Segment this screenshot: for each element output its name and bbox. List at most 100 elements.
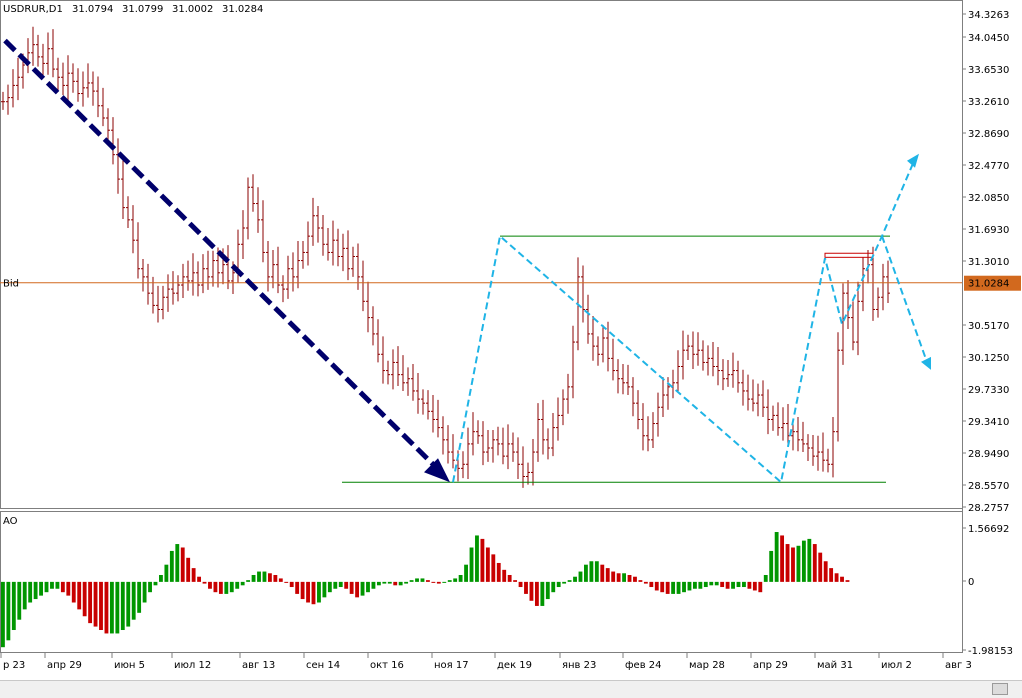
ao-bar — [671, 581, 676, 594]
ao-bar — [714, 581, 719, 586]
ao-bar — [513, 580, 518, 582]
ao-bar — [829, 568, 834, 582]
price-tick-label: 30.5170 — [968, 321, 1009, 332]
ao-bar — [28, 581, 33, 603]
ao-bar — [780, 535, 785, 582]
price-tick-label: 34.3263 — [968, 10, 1009, 21]
time-tick-label: мар 28 — [689, 660, 725, 671]
ao-bar — [169, 550, 174, 582]
ao-bar — [393, 581, 398, 586]
time-tick-label: дек 19 — [497, 660, 532, 671]
ao-bar — [420, 578, 425, 582]
ao-bar — [311, 581, 316, 605]
scroll-thumb[interactable] — [992, 683, 1008, 695]
ao-bar — [246, 580, 251, 582]
ao-bar — [175, 544, 180, 582]
ao-bar — [551, 581, 556, 593]
ao-bar — [278, 578, 283, 582]
ao-bar — [725, 581, 730, 589]
ao-bar — [774, 532, 779, 582]
ao-bar — [327, 581, 332, 593]
ao-bar — [845, 580, 850, 582]
ao-bar — [818, 552, 823, 582]
ao-bar — [529, 581, 534, 601]
ao-bar — [22, 581, 27, 610]
ao-bar — [736, 581, 741, 588]
ao-bar — [665, 581, 670, 594]
time-tick-label: апр 29 — [47, 660, 82, 671]
horizontal-scrollbar[interactable] — [0, 680, 1022, 698]
ao-bar — [409, 580, 414, 582]
ao-bar — [633, 576, 637, 582]
ao-bar — [60, 581, 65, 593]
ao-bar — [676, 581, 681, 594]
ao-bar — [823, 561, 828, 582]
ao-bar — [464, 564, 468, 582]
ao-bar — [387, 581, 392, 584]
ao-bar — [208, 581, 212, 589]
ao-bar — [322, 581, 327, 598]
ao-bar — [791, 547, 795, 582]
ao-bar — [213, 581, 218, 593]
ao-bar — [534, 581, 539, 606]
ao-bar — [616, 573, 621, 582]
price-tick-label: 28.9490 — [968, 449, 1009, 460]
ao-bar — [93, 581, 98, 627]
ao-bar — [295, 581, 300, 594]
price-tick-label: 29.3410 — [968, 417, 1009, 428]
ao-bar — [262, 571, 267, 582]
price-tick-15: 28.5570 — [962, 481, 1009, 492]
price-tick-2: 33.6530 — [962, 65, 1009, 76]
ao-bar — [600, 564, 605, 582]
ao-bar — [186, 557, 191, 582]
ao-bar — [99, 581, 103, 631]
ao-bar — [398, 581, 403, 586]
time-tick-label: янв 23 — [562, 660, 596, 671]
ao-bar — [545, 581, 550, 600]
ao-bar — [524, 581, 528, 594]
price-tick-label: 32.8690 — [968, 129, 1009, 140]
price-tick-5: 32.4770 — [962, 161, 1009, 172]
ao-bar — [300, 581, 305, 600]
ao-tick-label: 1.56692 — [968, 524, 1009, 535]
ao-bar — [731, 581, 735, 589]
ao-bar — [567, 580, 572, 582]
ao-bar — [366, 581, 370, 593]
time-tick-label: апр 29 — [753, 660, 788, 671]
ao-bar — [39, 581, 43, 596]
ao-bar — [747, 581, 752, 589]
price-tick-label: 30.1250 — [968, 353, 1009, 364]
time-tick-label: май 31 — [817, 660, 853, 671]
ao-bar — [229, 581, 234, 593]
ao-bar — [589, 561, 594, 582]
ao-bar — [224, 581, 229, 594]
chart-canvas[interactable]: USDRUR,D1 31.0794 31.0799 31.0002 31.028… — [0, 0, 1022, 680]
ao-bar — [267, 573, 272, 582]
ao-bar — [333, 581, 338, 589]
ao-bar — [82, 581, 87, 617]
ao-bar — [109, 581, 114, 634]
ao-bar — [349, 581, 354, 594]
ao-bar — [703, 581, 708, 588]
ao-bar — [436, 581, 441, 584]
ao-bar — [148, 581, 152, 593]
ao-bar — [801, 540, 806, 582]
ao-bar — [622, 573, 627, 582]
ao-bar — [115, 581, 120, 634]
price-tick-13: 29.3410 — [962, 417, 1009, 428]
time-tick-label: июн 5 — [114, 660, 145, 671]
ao-bar — [480, 538, 485, 582]
price-tick-10: 30.5170 — [962, 321, 1009, 332]
ao-bar — [202, 581, 207, 584]
ao-bar — [562, 581, 567, 584]
ao-bar — [426, 580, 430, 582]
ao-bar — [376, 581, 381, 586]
ao-bar — [382, 581, 387, 584]
ao-bar — [153, 581, 158, 586]
ao-bar — [447, 580, 452, 582]
ao-tick-label: -1.98153 — [968, 646, 1013, 657]
close-value: 31.0284 — [222, 4, 263, 15]
ao-bar — [44, 581, 49, 593]
ao-bar — [431, 581, 436, 583]
ao-bar — [131, 581, 136, 620]
